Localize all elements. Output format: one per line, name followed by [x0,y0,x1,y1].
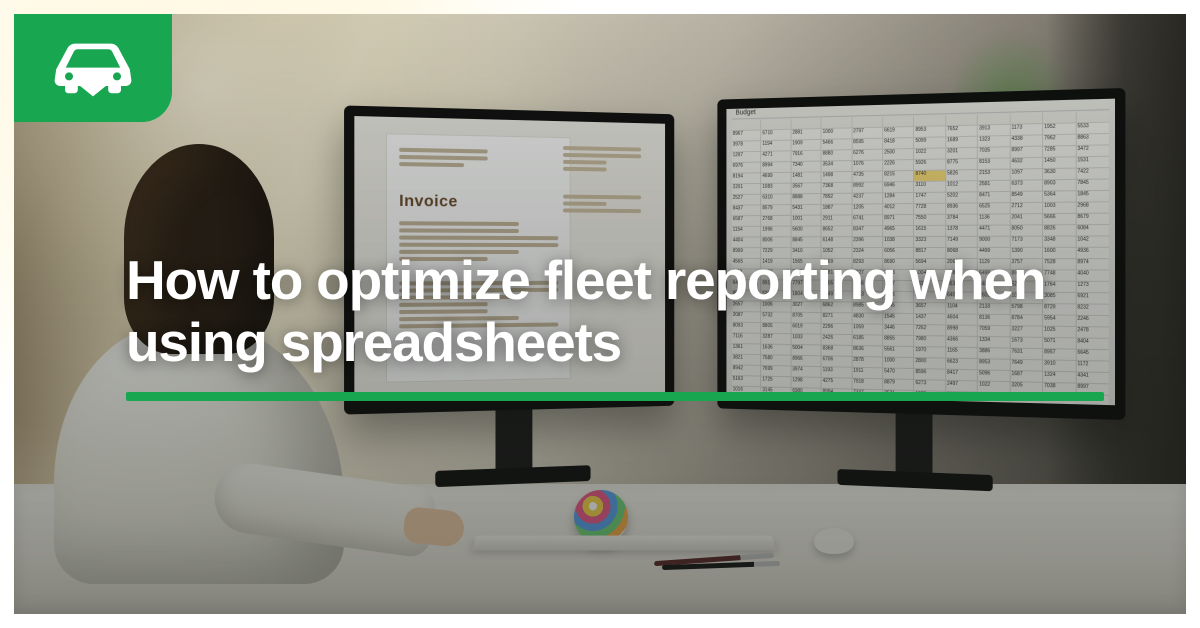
invoice-title: Invoice [399,192,558,212]
blog-hero-banner: Invoice [0,0,1200,628]
keyboard [472,536,776,551]
invoice-meta [563,143,641,216]
hero-headline: How to optimize fleet reporting when usi… [126,250,1116,373]
headline-underline [126,392,1104,401]
brand-badge [14,14,172,122]
mouse [814,528,854,554]
car-icon [45,34,141,103]
